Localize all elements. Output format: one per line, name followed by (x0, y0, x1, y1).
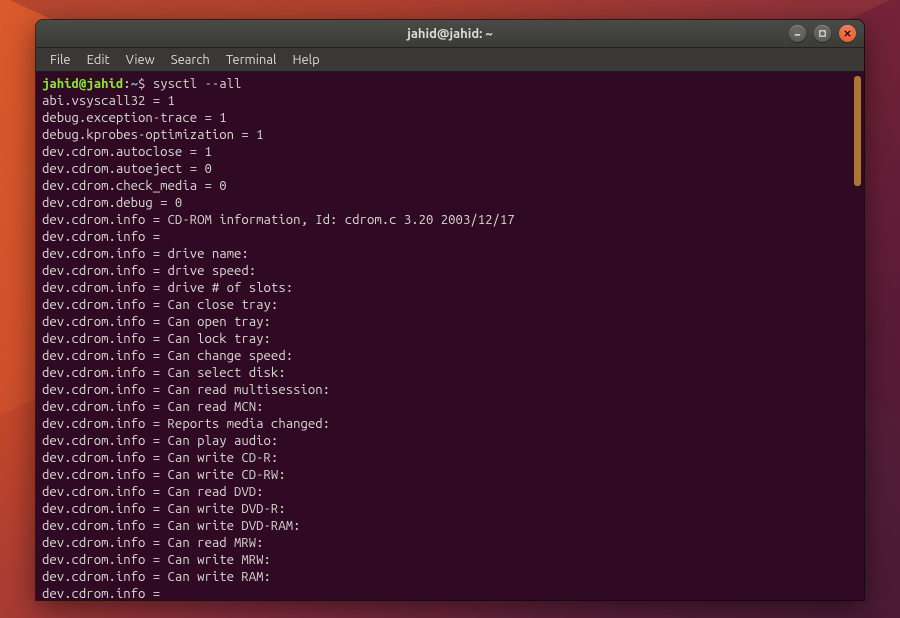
window-titlebar[interactable]: jahid@jahid: ~ (36, 20, 864, 48)
command-text: sysctl --all (153, 77, 242, 91)
prompt-sep: : (123, 77, 130, 91)
menu-search[interactable]: Search (163, 48, 218, 72)
close-button[interactable] (839, 25, 856, 42)
menu-file[interactable]: File (42, 48, 79, 72)
scrollbar-thumb[interactable] (854, 76, 861, 186)
maximize-button[interactable] (814, 25, 831, 42)
window-controls (789, 25, 856, 42)
minimize-button[interactable] (789, 25, 806, 42)
menu-edit[interactable]: Edit (79, 48, 118, 72)
menu-terminal[interactable]: Terminal (218, 48, 285, 72)
terminal-viewport[interactable]: jahid@jahid:~$ sysctl --all abi.vsyscall… (36, 72, 864, 600)
terminal-window: jahid@jahid: ~ File Edit View Search Ter… (36, 20, 864, 600)
prompt-symbol: $ (138, 77, 145, 91)
window-title: jahid@jahid: ~ (407, 27, 493, 41)
prompt-path: ~ (131, 77, 138, 91)
terminal-output: abi.vsyscall32 = 1 debug.exception-trace… (42, 93, 858, 600)
menu-view[interactable]: View (118, 48, 163, 72)
menubar: File Edit View Search Terminal Help (36, 48, 864, 72)
menu-help[interactable]: Help (284, 48, 327, 72)
prompt-user-host: jahid@jahid (42, 77, 123, 91)
